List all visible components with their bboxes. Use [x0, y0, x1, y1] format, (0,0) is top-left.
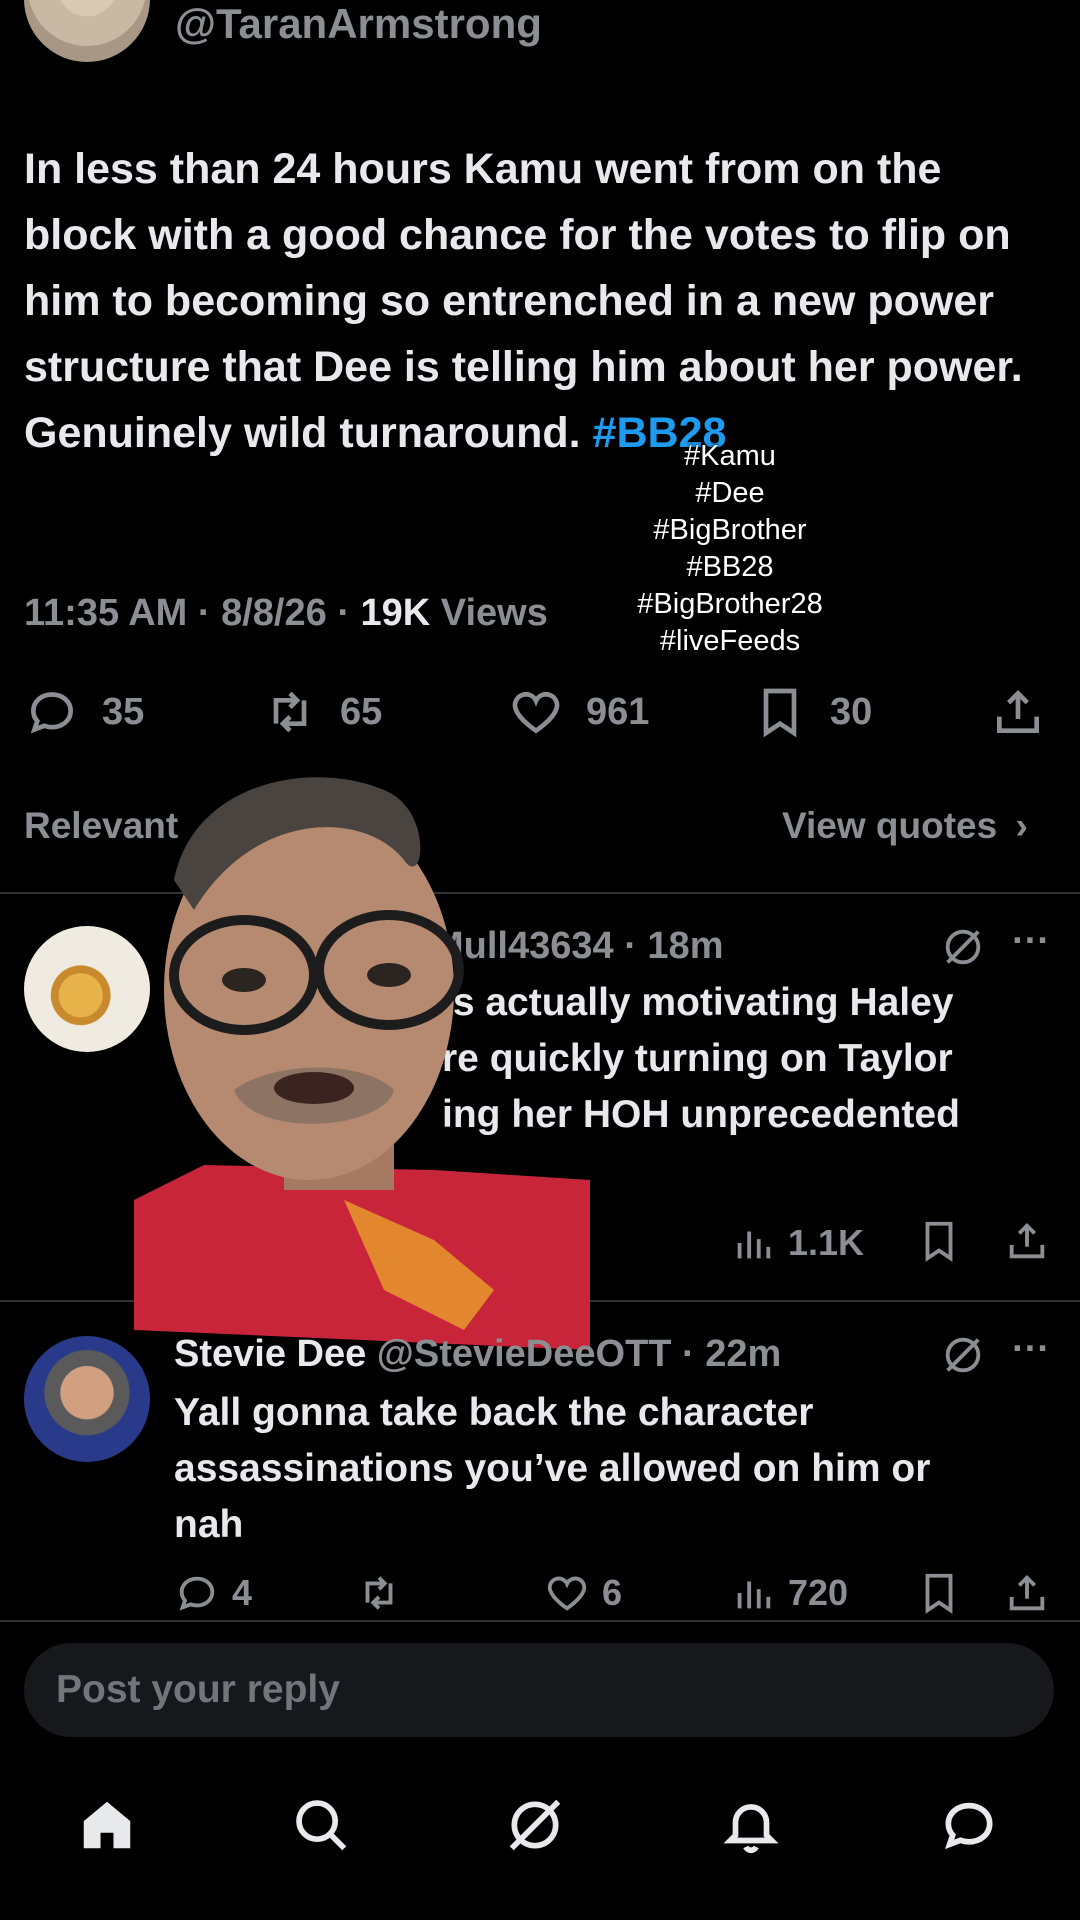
nav-search[interactable] [290, 1794, 352, 1861]
like-stat[interactable]: 961 [508, 684, 649, 740]
reply-count: 35 [102, 690, 145, 733]
overlay-tag: #Dee [695, 477, 765, 509]
post-timestamp: 11:35 AM · 8/8/26 · [24, 592, 361, 634]
post-text-body: In less than 24 hours Kamu went from on … [24, 145, 1023, 457]
analytics-icon [737, 1231, 771, 1259]
views-count: 1.1K [788, 1222, 865, 1263]
repost-count: 65 [340, 690, 383, 733]
bookmark-icon [763, 688, 797, 738]
share-icon[interactable] [1004, 1570, 1050, 1621]
bookmark-icon[interactable] [916, 1218, 962, 1269]
repost-icon [273, 691, 307, 733]
like-stat[interactable]: 6 [544, 1570, 622, 1616]
view-quotes-label: View quotes [782, 805, 998, 846]
grok-icon[interactable] [940, 1332, 986, 1383]
post-meta: 11:35 AM · 8/8/26 · 19K Views [24, 592, 548, 635]
bookmark-stat[interactable]: 30 [752, 684, 872, 740]
author-handle[interactable]: @TaranArmstrong [175, 0, 542, 48]
heart-icon [547, 1576, 587, 1611]
divider [0, 1620, 1080, 1622]
more-icon[interactable]: ··· [1012, 920, 1050, 963]
overlay-tag: #Kamu [684, 440, 776, 472]
post-views-count: 19K [360, 592, 431, 634]
reply-text: Yall gonna take back the character assas… [174, 1385, 1054, 1553]
like-count: 6 [602, 1572, 623, 1613]
reply-placeholder: Post your reply [56, 1668, 340, 1711]
author-avatar[interactable] [24, 0, 150, 62]
share-icon [997, 690, 1039, 733]
repost-stat[interactable]: 65 [262, 684, 382, 740]
post-views-label: Views [430, 592, 548, 634]
like-count: 961 [586, 690, 650, 733]
share-stat[interactable] [990, 684, 1046, 740]
reply-count: 4 [232, 1572, 253, 1613]
reply-header: Stevie Dee @StevieDeeOTT · 22m [174, 1333, 781, 1376]
views-count: 720 [788, 1572, 849, 1613]
overlay-tags: #Kamu #Dee #BigBrother #BB28 #BigBrother… [580, 438, 880, 660]
overlay-tag: #BigBrother [653, 514, 807, 546]
view-quotes-link[interactable]: View quotes › [782, 805, 1028, 847]
overlay-video-person [134, 770, 590, 1350]
reply-avatar[interactable] [24, 926, 150, 1052]
bookmark-icon[interactable] [916, 1570, 962, 1621]
repost-stat[interactable] [356, 1570, 402, 1616]
reply-author-name[interactable]: Stevie Dee [174, 1333, 366, 1375]
grok-icon [509, 1799, 561, 1851]
overlay-tag: #BigBrother28 [637, 588, 823, 620]
heart-icon [512, 691, 560, 734]
more-icon[interactable]: ··· [1012, 1328, 1050, 1371]
chevron-right-icon: › [1015, 805, 1028, 846]
reply-handle-meta[interactable]: @StevieDeeOTT · 22m [377, 1333, 782, 1375]
nav-notifications[interactable] [720, 1794, 782, 1861]
bell-icon [723, 1804, 779, 1854]
post-text: In less than 24 hours Kamu went from on … [24, 136, 1054, 466]
nav-messages[interactable] [938, 1794, 1000, 1861]
reply-icon [179, 1576, 215, 1611]
reply-stat[interactable]: 35 [24, 684, 144, 740]
search-icon [296, 1800, 347, 1851]
overlay-tag: #BB28 [686, 551, 774, 583]
messages-icon [945, 1802, 993, 1850]
views-stat[interactable]: 1.1K [730, 1220, 864, 1266]
grok-icon[interactable] [940, 924, 986, 975]
share-icon[interactable] [1004, 1218, 1050, 1269]
reply-avatar[interactable] [24, 1336, 150, 1462]
reply-stat[interactable]: 4 [174, 1570, 252, 1616]
nav-grok[interactable] [504, 1794, 566, 1861]
home-icon [83, 1801, 131, 1849]
nav-home[interactable] [76, 1794, 138, 1861]
reply-line: Yall gonna take back the character [174, 1391, 814, 1434]
overlay-tag: #liveFeeds [659, 625, 801, 657]
analytics-icon [737, 1581, 771, 1609]
reply-line: nah [174, 1503, 244, 1546]
reply-icon [30, 692, 74, 734]
repost-icon [365, 1576, 393, 1610]
reply-line: assassinations you’ve allowed on him or [174, 1447, 931, 1490]
bookmark-count: 30 [830, 690, 873, 733]
views-stat[interactable]: 720 [730, 1570, 848, 1616]
